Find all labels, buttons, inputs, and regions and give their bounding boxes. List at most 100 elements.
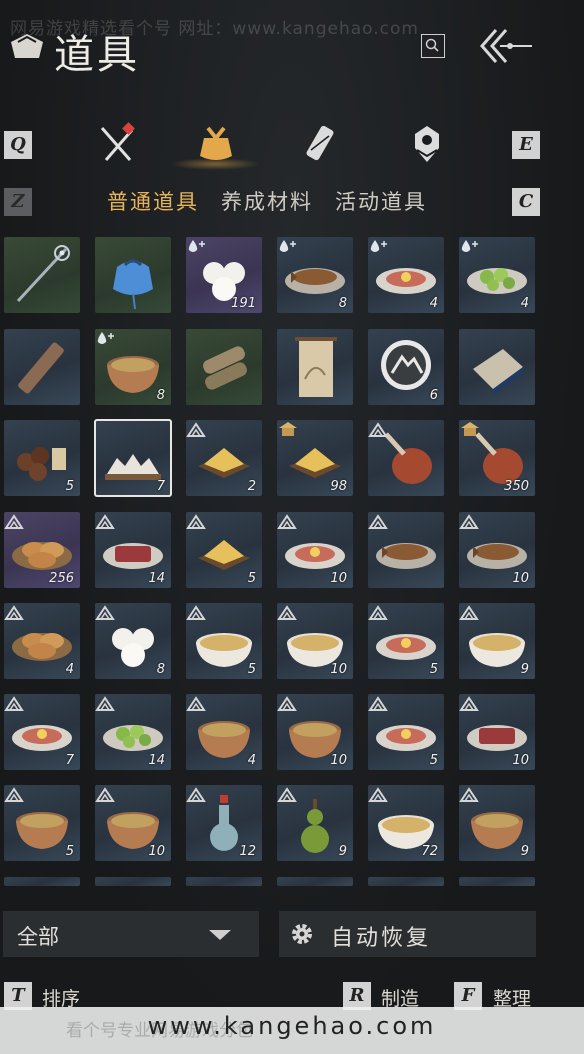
item-slot[interactable]: 9 xyxy=(459,603,535,679)
item-slot[interactable]: 10 xyxy=(277,512,353,588)
item-count: 9 xyxy=(520,844,529,859)
item-slot[interactable]: 350 xyxy=(459,420,535,496)
item-slot[interactable]: 10 xyxy=(277,603,353,679)
item-slot[interactable]: 8 xyxy=(95,603,171,679)
item-slot-partial xyxy=(368,877,444,886)
item-slot-partial xyxy=(95,877,171,886)
item-slot[interactable] xyxy=(186,329,262,405)
item-slot[interactable]: 14 xyxy=(95,512,171,588)
item-count: 191 xyxy=(231,296,256,311)
item-slot[interactable]: 10 xyxy=(459,694,535,770)
item-slot[interactable]: 7 xyxy=(94,419,172,497)
item-slot[interactable]: 10 xyxy=(95,785,171,861)
search-icon xyxy=(425,38,439,52)
item-slot[interactable]: 5 xyxy=(368,603,444,679)
item-slot[interactable]: 5 xyxy=(4,785,80,861)
mountain-badge-icon xyxy=(4,605,24,620)
category-active-glow xyxy=(170,158,260,170)
key-e[interactable]: E xyxy=(512,131,540,159)
item-slot[interactable]: 4 xyxy=(186,694,262,770)
item-slot[interactable] xyxy=(4,329,80,405)
item-slot[interactable]: 5 xyxy=(368,694,444,770)
item-slot[interactable] xyxy=(4,237,80,313)
item-slot[interactable]: 10 xyxy=(459,512,535,588)
key-z[interactable]: Z xyxy=(4,188,32,216)
item-count: 14 xyxy=(148,571,165,586)
item-count: 72 xyxy=(421,844,438,859)
item-count: 6 xyxy=(429,388,438,403)
item-slot[interactable]: 6 xyxy=(368,329,444,405)
item-slot[interactable]: 256 xyxy=(4,512,80,588)
item-count: 10 xyxy=(512,571,529,586)
auto-restore-label: 自动恢复 xyxy=(331,926,432,951)
mountain-badge-icon xyxy=(368,787,388,802)
item-rolls-icon xyxy=(203,346,247,390)
item-count: 10 xyxy=(512,753,529,768)
key-t[interactable]: T xyxy=(4,982,32,1010)
item-slot[interactable]: 72 xyxy=(368,785,444,861)
search-button[interactable] xyxy=(421,34,445,58)
mountain-badge-icon xyxy=(459,514,479,529)
item-slot[interactable]: 5 xyxy=(4,420,80,496)
item-count: 7 xyxy=(156,479,165,494)
item-slot[interactable]: 14 xyxy=(95,694,171,770)
item-slot[interactable]: 7 xyxy=(4,694,80,770)
mountain-badge-icon xyxy=(368,696,388,711)
item-slot[interactable]: 9 xyxy=(277,785,353,861)
mountain-badge-icon xyxy=(277,787,297,802)
drop-badge-icon xyxy=(188,240,205,252)
tab-common-items[interactable]: 普通道具 xyxy=(107,186,199,216)
item-count: 5 xyxy=(429,662,438,677)
item-slot[interactable]: 4 xyxy=(368,237,444,313)
item-slot[interactable] xyxy=(459,329,535,405)
item-count: 4 xyxy=(429,296,438,311)
item-count: 5 xyxy=(247,662,256,677)
item-slot[interactable]: 5 xyxy=(186,603,262,679)
item-slot[interactable]: 8 xyxy=(95,329,171,405)
scroll-icon xyxy=(306,125,334,161)
gear-icon xyxy=(292,924,312,944)
item-count: 10 xyxy=(330,662,347,677)
category-gem[interactable] xyxy=(403,120,451,168)
mountain-badge-icon xyxy=(95,605,115,620)
item-slot[interactable]: 2 xyxy=(186,420,262,496)
drop-badge-icon xyxy=(97,332,114,344)
mountain-badge-icon xyxy=(277,696,297,711)
item-count: 8 xyxy=(156,388,165,403)
item-slot[interactable] xyxy=(95,237,171,313)
item-slot[interactable]: 98 xyxy=(277,420,353,496)
item-slot[interactable]: 9 xyxy=(459,785,535,861)
item-staff-icon xyxy=(16,245,70,303)
item-slot[interactable] xyxy=(368,512,444,588)
item-count: 8 xyxy=(156,662,165,677)
mountain-badge-icon xyxy=(186,422,206,437)
item-count: 5 xyxy=(429,753,438,768)
tab-event-items[interactable]: 活动道具 xyxy=(335,186,427,216)
key-r[interactable]: R xyxy=(343,982,371,1010)
item-slot[interactable]: 12 xyxy=(186,785,262,861)
back-button[interactable] xyxy=(478,26,534,66)
tab-materials[interactable]: 养成材料 xyxy=(221,186,313,216)
item-slot[interactable] xyxy=(368,420,444,496)
key-q[interactable]: Q xyxy=(4,131,32,159)
mountain-badge-icon xyxy=(459,605,479,620)
key-f[interactable]: F xyxy=(454,982,482,1010)
category-weapon[interactable] xyxy=(94,120,142,168)
filter-dropdown[interactable]: 全部 xyxy=(3,911,259,957)
item-slot[interactable] xyxy=(277,329,353,405)
item-slot[interactable]: 191 xyxy=(186,237,262,313)
mountain-badge-icon xyxy=(459,787,479,802)
item-book-icon xyxy=(473,349,523,395)
page-title: 道具 xyxy=(54,32,140,78)
category-scroll[interactable] xyxy=(297,120,345,168)
mountain-badge-icon xyxy=(277,605,297,620)
key-c[interactable]: C xyxy=(512,188,540,216)
item-count: 4 xyxy=(247,753,256,768)
auto-restore-button[interactable]: 自动恢复 xyxy=(279,911,536,957)
item-slot[interactable]: 10 xyxy=(277,694,353,770)
item-slot[interactable]: 5 xyxy=(186,512,262,588)
item-slot[interactable]: 8 xyxy=(277,237,353,313)
item-slot[interactable]: 4 xyxy=(4,603,80,679)
mountain-badge-icon xyxy=(95,787,115,802)
item-slot[interactable]: 4 xyxy=(459,237,535,313)
